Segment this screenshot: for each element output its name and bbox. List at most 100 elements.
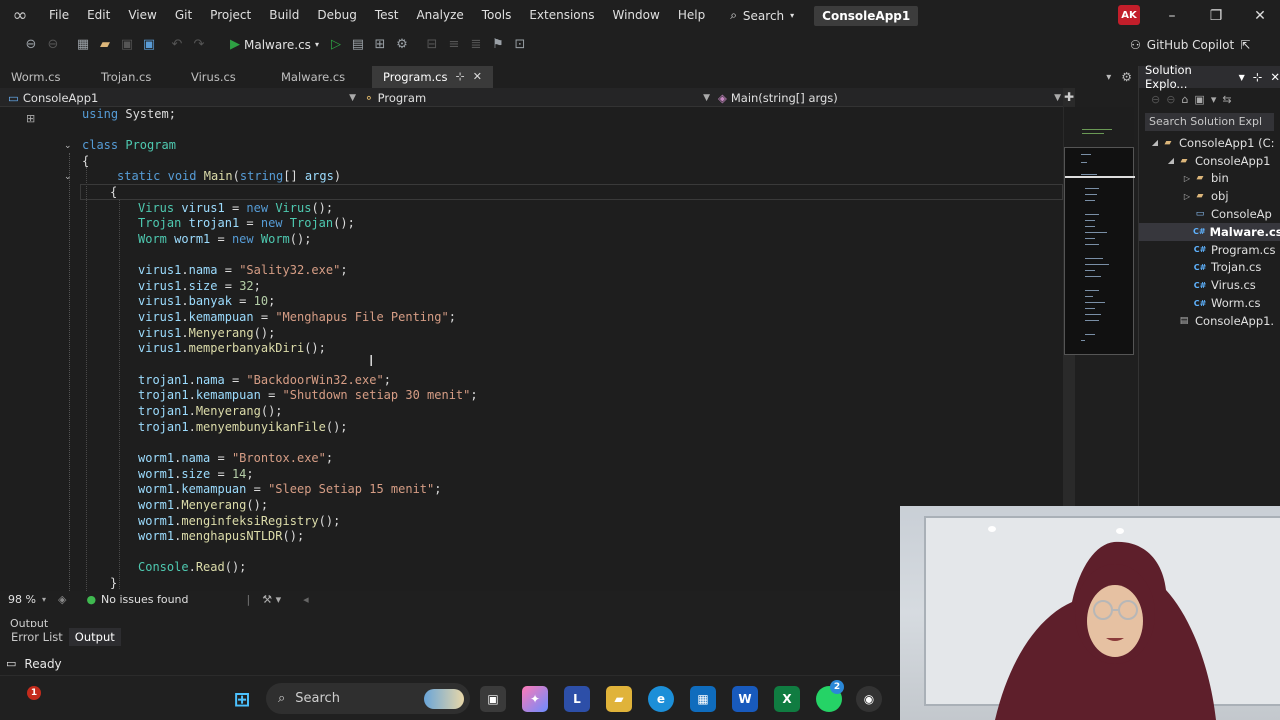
back-icon[interactable]: ⊖ bbox=[1151, 93, 1160, 106]
menu-file[interactable]: File bbox=[40, 0, 78, 31]
zoom-level[interactable]: 98 % bbox=[8, 593, 36, 606]
tree-item-malware[interactable]: C# Malware.cs bbox=[1139, 222, 1280, 241]
forward-icon[interactable]: ⊖ bbox=[42, 34, 64, 56]
scroll-left-icon[interactable]: ◂ bbox=[303, 593, 309, 606]
avatar[interactable]: AK bbox=[1118, 5, 1140, 25]
settings-icon[interactable]: ⚙ bbox=[391, 34, 413, 56]
word-app-icon[interactable]: W bbox=[732, 686, 758, 712]
tree-item-config[interactable]: ▤ ConsoleApp1. bbox=[1139, 312, 1280, 330]
member-dropdown[interactable]: ◈ Main(string[] args) ▼ bbox=[718, 88, 1061, 107]
tab-output[interactable]: Output bbox=[68, 628, 121, 646]
run-button[interactable]: ▶ Malware.cs ▾ bbox=[224, 37, 325, 52]
store-app-icon[interactable]: ▦ bbox=[690, 686, 716, 712]
teams-app-icon[interactable]: L bbox=[564, 686, 590, 712]
tree-item-obj[interactable]: ▷ ▰ obj bbox=[1139, 187, 1280, 205]
tab-trojan[interactable]: Trojan.cs bbox=[90, 66, 180, 88]
menu-help[interactable]: Help bbox=[669, 0, 714, 31]
split-icon[interactable]: ✚ bbox=[1064, 90, 1074, 104]
menu-test[interactable]: Test bbox=[366, 0, 408, 31]
tree-item-program[interactable]: C# Program.cs bbox=[1139, 241, 1280, 259]
menu-project[interactable]: Project bbox=[201, 0, 260, 31]
excel-app-icon[interactable]: X bbox=[774, 686, 800, 712]
undo-icon[interactable]: ↶ bbox=[166, 34, 188, 56]
menu-debug[interactable]: Debug bbox=[308, 0, 365, 31]
fold-toggle-icon[interactable]: ⌄ bbox=[64, 141, 72, 151]
expand-icon[interactable]: ▷ bbox=[1181, 192, 1193, 201]
minimize-icon[interactable]: – bbox=[1150, 0, 1194, 31]
back-icon[interactable]: ⊖ bbox=[20, 34, 42, 56]
quick-actions-icon[interactable]: ⊞ bbox=[26, 112, 35, 125]
notification-app-icon[interactable]: 1 bbox=[20, 686, 46, 712]
collapse-icon[interactable]: ◢ bbox=[1165, 156, 1177, 165]
pending-changes-icon[interactable]: ▾ bbox=[1211, 93, 1217, 106]
bookmark-prev-icon[interactable]: ⊡ bbox=[509, 34, 531, 56]
close-tab-icon[interactable]: ✕ bbox=[473, 66, 482, 88]
expand-icon[interactable]: ▷ bbox=[1181, 174, 1193, 183]
type-dropdown[interactable]: ⚬ Program ▼ bbox=[364, 88, 710, 107]
search-menu[interactable]: ⌕ Search ▾ bbox=[722, 8, 802, 23]
project-dropdown[interactable]: ▭ ConsoleApp1 ▼ bbox=[8, 88, 356, 107]
menu-view[interactable]: View bbox=[119, 0, 165, 31]
tab-worm[interactable]: Worm.cs bbox=[0, 66, 90, 88]
collapse-icon[interactable]: ◢ bbox=[1149, 138, 1161, 147]
tree-item-project[interactable]: ◢ ▰ ConsoleApp1 bbox=[1139, 152, 1280, 170]
taskbar-search[interactable]: ⌕ Search bbox=[266, 683, 470, 714]
tree-item-virus[interactable]: C# Virus.cs bbox=[1139, 276, 1280, 294]
start-without-debugging-icon[interactable]: ▷ bbox=[325, 34, 347, 56]
forward-icon[interactable]: ⊖ bbox=[1166, 93, 1175, 106]
tab-virus[interactable]: Virus.cs bbox=[180, 66, 270, 88]
uncomment-icon[interactable]: ≣ bbox=[465, 34, 487, 56]
home-icon[interactable]: ⌂ bbox=[1181, 93, 1188, 106]
sync-icon[interactable]: ⇆ bbox=[1222, 93, 1231, 106]
close-icon[interactable]: ✕ bbox=[1270, 70, 1280, 84]
step-icon[interactable]: ⊟ bbox=[421, 34, 443, 56]
save-all-icon[interactable]: ▣ bbox=[138, 34, 160, 56]
pin-icon[interactable]: ⊹ bbox=[456, 66, 465, 88]
gear-icon[interactable]: ⚙ bbox=[1121, 70, 1132, 84]
nav-icon[interactable]: ◈ bbox=[58, 593, 66, 606]
menu-window[interactable]: Window bbox=[604, 0, 669, 31]
tree-item-bin[interactable]: ▷ ▰ bin bbox=[1139, 170, 1280, 188]
github-copilot-button[interactable]: ⚇ GitHub Copilot ⇱ bbox=[1130, 31, 1250, 58]
menu-build[interactable]: Build bbox=[260, 0, 308, 31]
menu-tools[interactable]: Tools bbox=[473, 0, 521, 31]
file-explorer-icon[interactable]: ▰ bbox=[606, 686, 632, 712]
tree-item-project-file[interactable]: ▭ ConsoleAp bbox=[1139, 205, 1280, 223]
tab-malware[interactable]: Malware.cs bbox=[270, 66, 372, 88]
save-icon[interactable]: ▣ bbox=[116, 34, 138, 56]
code-cleanup-icon[interactable]: ⚒ ▾ bbox=[262, 593, 281, 606]
fold-toggle-icon[interactable]: ⌄ bbox=[64, 172, 72, 182]
minimap[interactable] bbox=[1064, 147, 1135, 355]
redo-icon[interactable]: ↷ bbox=[188, 34, 210, 56]
pin-icon[interactable]: ⊹ bbox=[1253, 70, 1263, 84]
visual-studio-logo-icon[interactable]: ∞ bbox=[0, 0, 40, 31]
close-icon[interactable]: ✕ bbox=[1238, 0, 1280, 31]
tab-program[interactable]: Program.cs ⊹ ✕ bbox=[372, 66, 493, 88]
tree-item-worm[interactable]: C# Worm.cs bbox=[1139, 294, 1280, 312]
task-view-icon[interactable]: ▣ bbox=[480, 686, 506, 712]
new-project-icon[interactable]: ▦ bbox=[72, 34, 94, 56]
chevron-down-icon[interactable]: ▾ bbox=[42, 595, 46, 604]
chrome-app-icon[interactable]: ◉ bbox=[856, 686, 882, 712]
solution-name-badge[interactable]: ConsoleApp1 bbox=[814, 5, 919, 26]
open-folder-icon[interactable]: ▰ bbox=[94, 34, 116, 56]
hot-reload-icon[interactable]: ⊞ bbox=[369, 34, 391, 56]
whatsapp-app-icon[interactable]: 2 bbox=[816, 680, 844, 712]
browse-icon[interactable]: ▤ bbox=[347, 34, 369, 56]
copilot-app-icon[interactable]: ✦ bbox=[522, 686, 548, 712]
maximize-icon[interactable]: ❐ bbox=[1194, 0, 1238, 31]
issues-status[interactable]: No issues found bbox=[101, 593, 188, 606]
switch-views-icon[interactable]: ▣ bbox=[1194, 93, 1204, 106]
tab-overflow-icon[interactable]: ▾ bbox=[1106, 72, 1111, 83]
menu-extensions[interactable]: Extensions bbox=[520, 0, 603, 31]
edge-browser-icon[interactable]: e bbox=[648, 686, 674, 712]
chevron-down-icon[interactable]: ▼ bbox=[1239, 73, 1245, 82]
tab-error-list[interactable]: Error List bbox=[5, 628, 69, 646]
menu-edit[interactable]: Edit bbox=[78, 0, 119, 31]
tree-item-solution[interactable]: ◢ ▰ ConsoleApp1 (C: bbox=[1139, 134, 1280, 152]
windows-start-icon[interactable]: ⊞ bbox=[229, 686, 255, 712]
bookmark-icon[interactable]: ⚑ bbox=[487, 34, 509, 56]
menu-git[interactable]: Git bbox=[166, 0, 201, 31]
tree-item-trojan[interactable]: C# Trojan.cs bbox=[1139, 259, 1280, 277]
solution-search-input[interactable]: Search Solution Expl bbox=[1145, 113, 1274, 131]
